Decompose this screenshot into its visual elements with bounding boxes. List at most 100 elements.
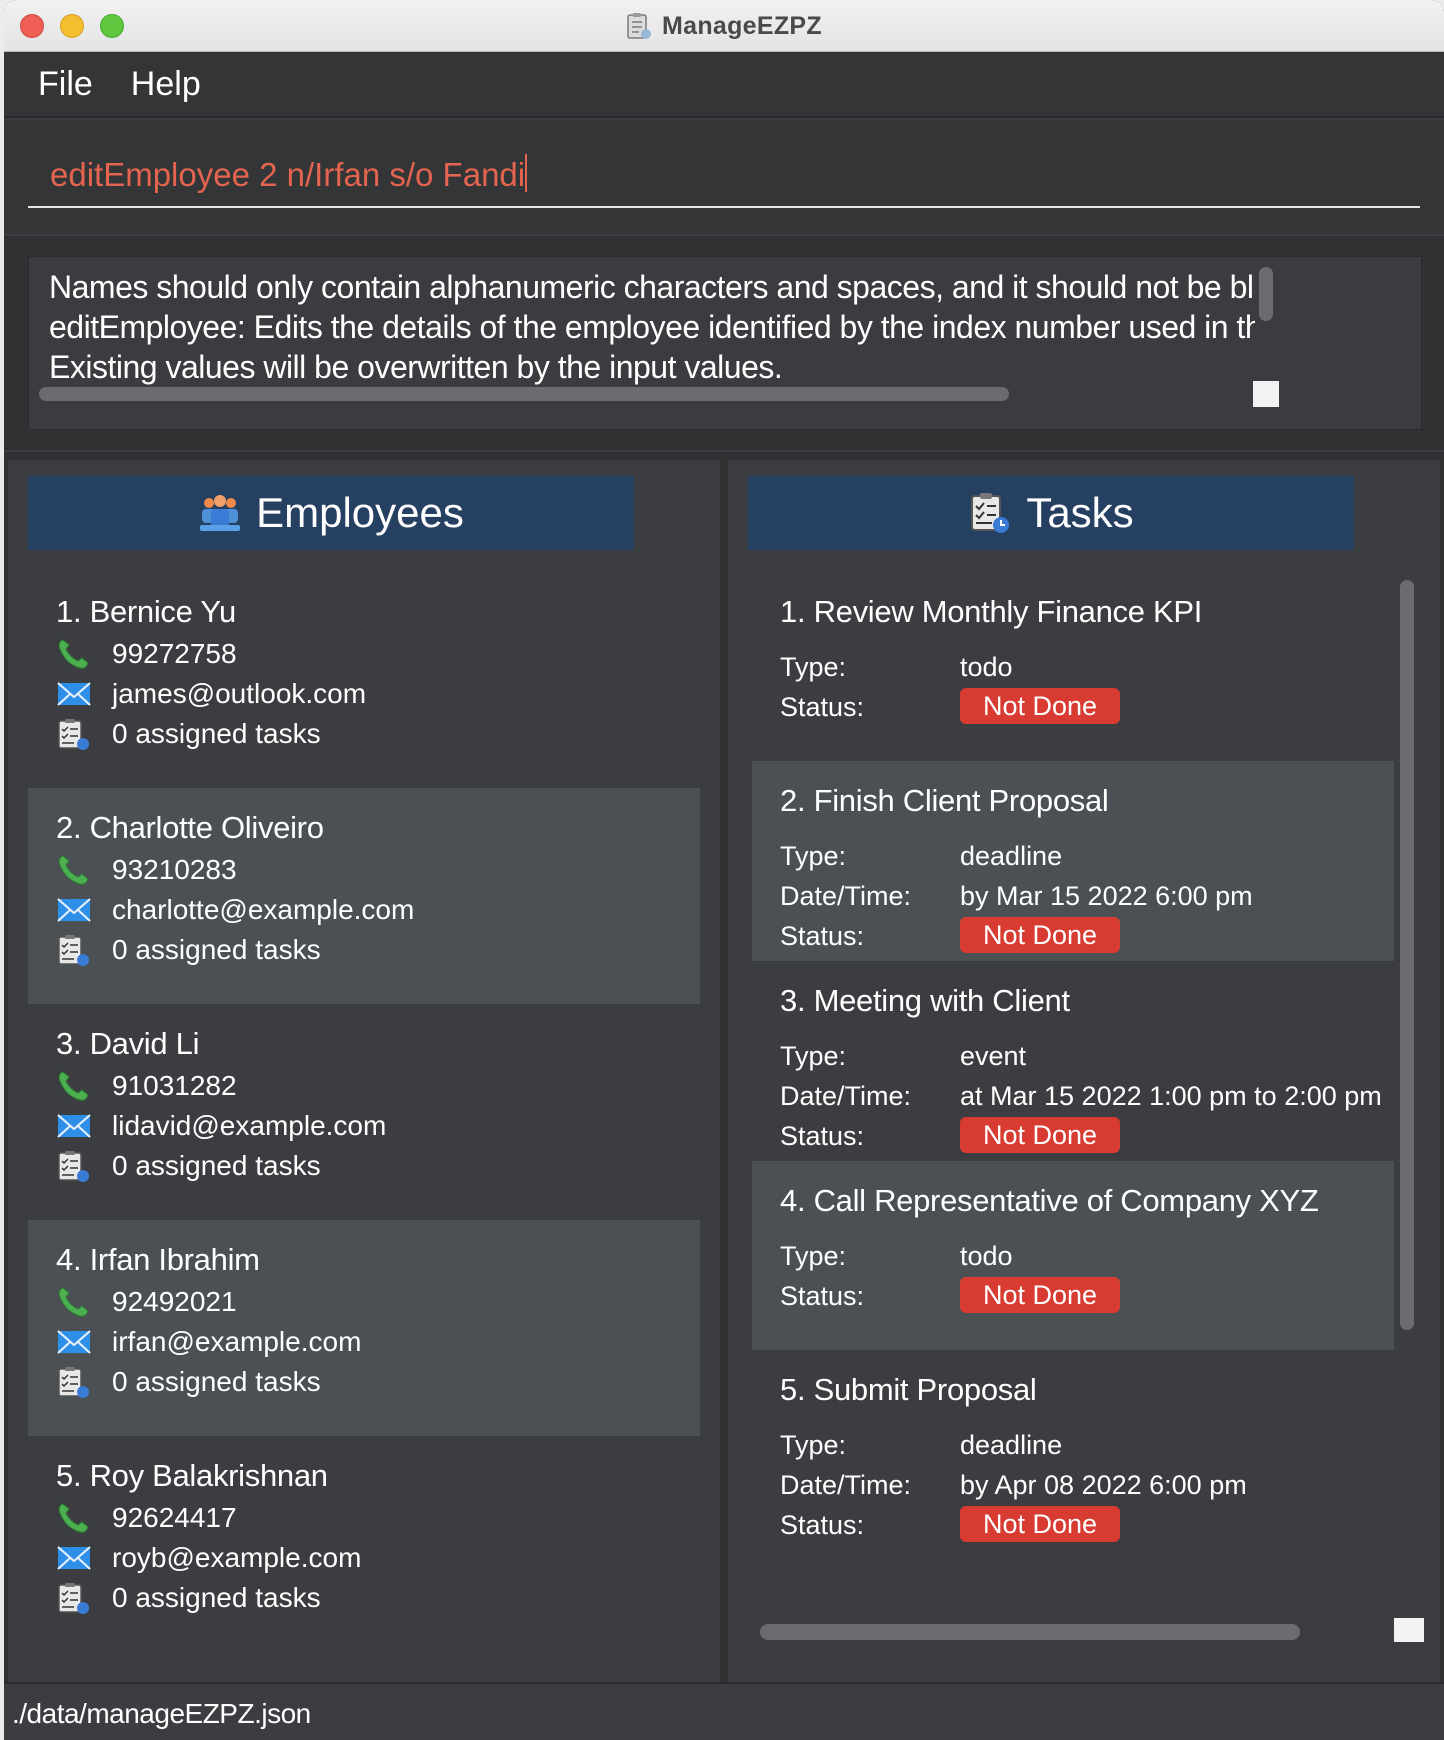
task-status-label: Status:	[780, 1281, 865, 1311]
result-vertical-scrollbar[interactable]	[1259, 267, 1273, 321]
task-datetime-value: at Mar 15 2022 1:00 pm to 2:00 pm	[960, 1081, 1382, 1111]
result-scroll-corner	[1253, 381, 1279, 407]
command-input[interactable]: editEmployee 2 n/Irfan s/o Fandi	[50, 154, 528, 194]
app-window: ManageEZPZ File Help editEmployee 2 n/Ir…	[4, 0, 1444, 1740]
task-title: 3. Meeting with Client	[780, 983, 1070, 1018]
menu-file[interactable]: File	[38, 65, 93, 104]
task-status-badge: Not Done	[960, 917, 1120, 953]
task-list-icon	[971, 493, 1010, 533]
email-icon	[57, 682, 91, 706]
employee-name: 5. Roy Balakrishnan	[56, 1458, 328, 1493]
employee-card[interactable]: 1. Bernice Yu 99272758 james@outlook.com	[28, 572, 700, 788]
task-datetime-label: Date/Time:	[780, 881, 912, 911]
task-type-value: todo	[960, 1241, 1013, 1271]
task-list-icon	[58, 719, 89, 750]
employee-email: irfan@example.com	[112, 1326, 362, 1357]
phone-icon	[58, 855, 89, 885]
task-datetime-label: Date/Time:	[780, 1470, 912, 1500]
task-status-badge: Not Done	[960, 1277, 1120, 1313]
employee-phone: 92624417	[112, 1502, 237, 1533]
menu-bar: File Help	[4, 52, 1444, 118]
task-type-value: deadline	[960, 1430, 1063, 1460]
employee-tasks-row: 0 assigned tasks	[56, 930, 321, 970]
task-status-badge: Not Done	[960, 688, 1120, 724]
employee-card[interactable]: 5. Roy Balakrishnan 92624417 royb@exampl…	[28, 1436, 700, 1652]
employee-card[interactable]: 2. Charlotte Oliveiro 93210283 charlotte…	[28, 788, 700, 1004]
task-title: 1. Review Monthly Finance KPI	[780, 594, 1203, 629]
task-status-label: Status:	[780, 1121, 865, 1151]
employee-email-row: charlotte@example.com	[56, 890, 414, 930]
phone-icon	[58, 1287, 89, 1317]
task-card[interactable]: 3. Meeting with Client Type: event Date/Tim…	[752, 961, 1394, 1161]
menu-help[interactable]: Help	[131, 65, 201, 104]
task-card[interactable]: 5. Submit Proposal Type: deadline Date/Time…	[752, 1350, 1394, 1590]
task-title: 2. Finish Client Proposal	[780, 783, 1109, 818]
window-title: ManageEZPZ	[662, 11, 822, 40]
employee-phone-row: 92492021	[56, 1282, 237, 1322]
result-line-1: Names should only contain alphanumeric c…	[49, 269, 1255, 305]
task-status-label: Status:	[780, 1510, 865, 1540]
task-list[interactable]: 1. Review Monthly Finance KPI Type: todo St…	[728, 560, 1428, 1642]
employee-phone: 99272758	[112, 638, 237, 669]
employee-email: james@outlook.com	[112, 678, 367, 709]
phone-icon	[58, 1503, 89, 1533]
task-status-label: Status:	[780, 692, 865, 722]
task-type-label: Type:	[780, 1430, 847, 1460]
employee-phone-row: 93210283	[56, 850, 237, 890]
employee-tasks-row: 0 assigned tasks	[56, 714, 321, 754]
task-datetime-label: Date/Time:	[780, 1081, 912, 1111]
text-caret	[525, 154, 528, 192]
task-card[interactable]: 1. Review Monthly Finance KPI Type: todo St…	[752, 572, 1394, 761]
task-card[interactable]: 4. Call Representative of Company XYZ Typ…	[752, 1161, 1394, 1350]
employee-email: lidavid@example.com	[112, 1110, 387, 1141]
email-icon	[57, 898, 91, 922]
employee-name: 2. Charlotte Oliveiro	[56, 810, 324, 845]
employee-email-row: royb@example.com	[56, 1538, 361, 1578]
email-icon	[57, 1114, 91, 1138]
employee-phone: 92492021	[112, 1286, 237, 1317]
employee-task-count: 0 assigned tasks	[112, 1582, 321, 1613]
tasks-horizontal-scrollbar[interactable]	[760, 1624, 1300, 1640]
employee-email-row: james@outlook.com	[56, 674, 366, 714]
result-horizontal-scrollbar[interactable]	[39, 387, 1009, 401]
employee-name: 3. David Li	[56, 1026, 200, 1061]
result-line-3: Existing values will be overwritten by t…	[49, 349, 783, 385]
task-list-icon	[58, 935, 89, 966]
employees-title: Employees	[256, 489, 464, 536]
employee-name: 1. Bernice Yu	[56, 594, 236, 629]
result-display[interactable]: Names should only contain alphanumeric c…	[28, 256, 1422, 430]
app-icon	[627, 13, 651, 39]
command-box[interactable]: editEmployee 2 n/Irfan s/o Fandi	[4, 120, 1444, 234]
employee-task-count: 0 assigned tasks	[112, 1150, 321, 1181]
employee-phone: 93210283	[112, 854, 237, 885]
task-type-value: deadline	[960, 841, 1063, 871]
employee-phone-row: 91031282	[56, 1066, 237, 1106]
result-display-area: Names should only contain alphanumeric c…	[4, 236, 1444, 450]
task-status-badge: Not Done	[960, 1117, 1120, 1153]
task-type-label: Type:	[780, 652, 847, 682]
command-underline	[28, 206, 1420, 208]
task-list-icon	[58, 1367, 89, 1398]
tasks-vertical-scrollbar[interactable]	[1400, 580, 1414, 1330]
employee-task-count: 0 assigned tasks	[112, 934, 321, 965]
employee-task-count: 0 assigned tasks	[112, 718, 321, 749]
title-bar: ManageEZPZ	[4, 0, 1444, 52]
task-card[interactable]: 2. Finish Client Proposal Type: deadline Da…	[752, 761, 1394, 961]
status-bar: ./data/manageEZPZ.json	[4, 1682, 1444, 1740]
email-icon	[57, 1546, 91, 1570]
employee-phone-row: 92624417	[56, 1498, 237, 1538]
task-datetime-value: by Mar 15 2022 6:00 pm	[960, 881, 1253, 911]
tasks-scroll-corner	[1394, 1618, 1424, 1642]
task-title: 4. Call Representative of Company XYZ	[780, 1183, 1319, 1218]
employees-header: Employees	[28, 476, 634, 550]
task-datetime-value: by Apr 08 2022 6:00 pm	[960, 1470, 1247, 1500]
employee-card[interactable]: 4. Irfan Ibrahim 92492021 irfan@example.…	[28, 1220, 700, 1436]
tasks-title: Tasks	[1026, 489, 1134, 536]
task-list-icon	[58, 1151, 89, 1182]
employee-card[interactable]: 3. David Li 91031282 lidavid@example.com	[28, 1004, 700, 1220]
command-input-text: editEmployee 2 n/Irfan s/o Fandi	[50, 156, 526, 193]
phone-icon	[58, 1071, 89, 1101]
task-type-value: todo	[960, 652, 1013, 682]
data-file-path: ./data/manageEZPZ.json	[12, 1698, 311, 1729]
tasks-header: Tasks	[748, 476, 1354, 550]
